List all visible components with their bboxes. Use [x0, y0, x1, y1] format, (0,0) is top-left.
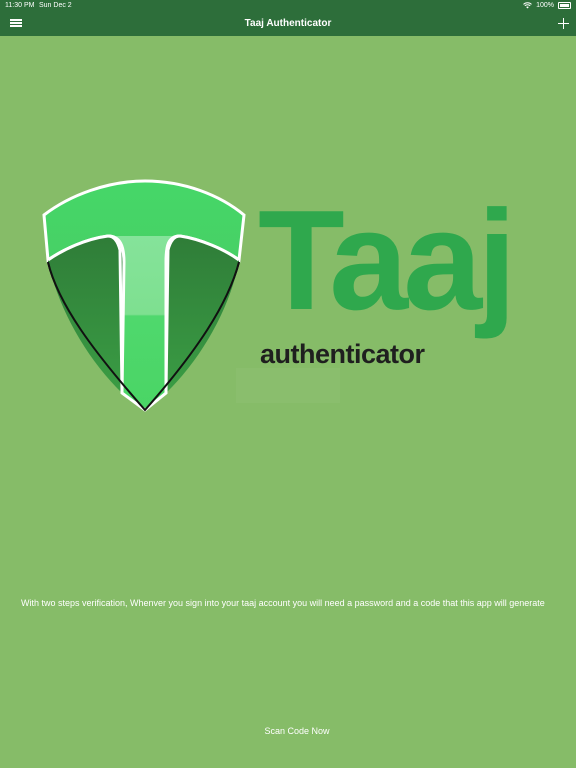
status-right-group: 100% [523, 0, 571, 11]
page-title: Taaj Authenticator [244, 18, 332, 29]
brand-logo: Taaj authenticator [258, 190, 538, 378]
wifi-icon [523, 2, 532, 9]
description-text: With two steps verification, Whenver you… [21, 598, 545, 608]
scan-code-button[interactable]: Scan Code Now [238, 724, 356, 738]
plus-icon[interactable] [557, 17, 570, 30]
brand-wordmark: Taaj [258, 181, 517, 340]
status-time: 11:30 PM [5, 2, 35, 9]
logo-shadow-area [236, 368, 340, 403]
brand-subtitle: authenticator [260, 339, 425, 369]
battery-icon [558, 2, 571, 9]
status-bar: 11:30 PM Sun Dec 2 100% [0, 0, 576, 11]
status-date: Sun Dec 2 [39, 2, 72, 9]
navigation-bar: Taaj Authenticator [0, 11, 576, 36]
battery-percent: 100% [536, 2, 554, 9]
